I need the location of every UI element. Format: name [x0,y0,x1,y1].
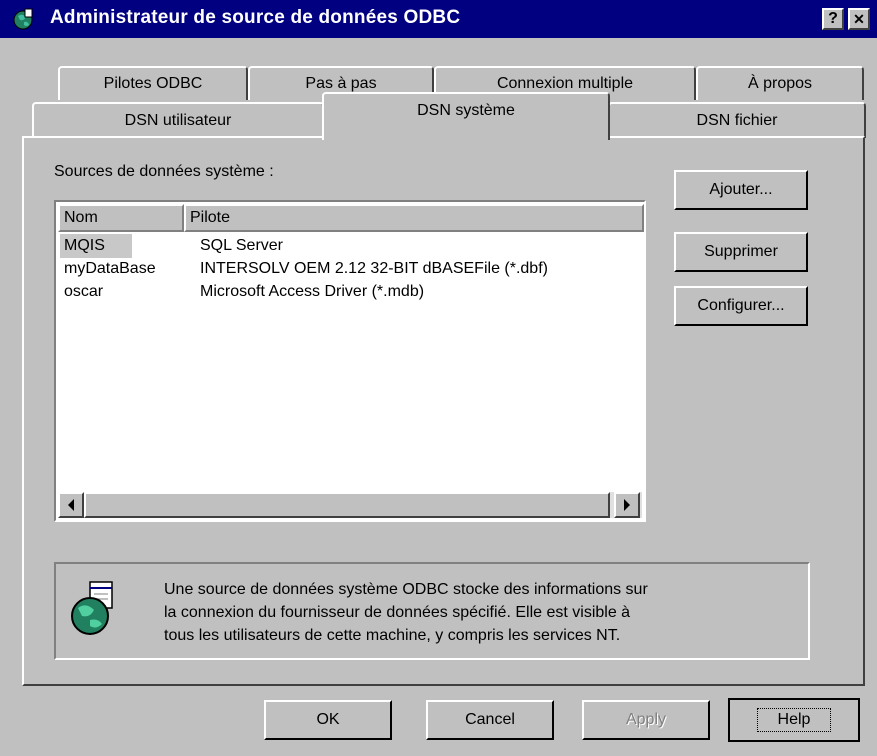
configure-button[interactable]: Configurer... [674,286,808,326]
tab-label: À propos [747,75,813,92]
table-row-driver[interactable]: SQL Server [200,234,283,258]
table-row-driver[interactable]: Microsoft Access Driver (*.mdb) [200,280,424,304]
cancel-button-label: Cancel [465,711,515,728]
tab-dsn-fichier[interactable]: DSN fichier [608,102,866,138]
info-line: la connexion du fournisseur de données s… [164,604,631,621]
horizontal-scrollbar[interactable] [58,492,642,518]
help-button-label: Help [756,708,832,732]
add-button[interactable]: Ajouter... [674,170,808,210]
configure-button-label: Configurer... [697,297,785,314]
help-button[interactable]: Help [728,698,860,742]
active-tab-join [324,134,608,140]
tab-label: Connexion multiple [496,75,634,92]
arrow-right-icon [624,499,630,511]
info-text: Une source de données système ODBC stock… [164,578,648,647]
tab-label: DSN système [417,102,515,119]
scroll-right-button[interactable] [614,492,640,518]
arrow-left-icon [68,499,74,511]
info-line: Une source de données système ODBC stock… [164,581,648,598]
ok-button-label: OK [316,711,340,728]
odbc-info-globe-icon [71,581,113,635]
remove-button-label: Supprimer [704,243,778,260]
info-line: tous les utilisateurs de cette machine, … [164,627,621,644]
data-source-list[interactable]: Nom Pilote MQIS SQL Server myDataBase IN… [54,200,646,522]
info-box: Une source de données système ODBC stock… [54,562,810,660]
table-row-name[interactable]: MQIS [64,234,105,258]
tab-a-propos[interactable]: À propos [696,66,864,100]
tab-label: DSN utilisateur [124,112,232,129]
apply-button-label: Apply [625,711,667,728]
table-row-name[interactable]: oscar [64,280,103,304]
column-header-pilote[interactable]: Pilote [184,204,644,232]
table-row-driver[interactable]: INTERSOLV OEM 2.12 32-BIT dBASEFile (*.d… [200,257,548,281]
scroll-thumb[interactable] [84,492,610,518]
tab-dsn-systeme[interactable]: DSN système [322,92,610,140]
close-button[interactable]: ✕ [848,8,870,30]
tab-label: Pas à pas [305,75,377,92]
help-title-button[interactable]: ? [822,8,844,30]
tab-label: Pilotes ODBC [103,75,203,92]
column-header-nom[interactable]: Nom [58,204,184,232]
tab-dsn-utilisateur[interactable]: DSN utilisateur [32,102,324,138]
apply-button[interactable]: Apply [582,700,710,740]
tab-pilotes-odbc[interactable]: Pilotes ODBC [58,66,248,100]
window-title: Administrateur de source de données ODBC [50,7,461,28]
ok-button[interactable]: OK [264,700,392,740]
cancel-button[interactable]: Cancel [426,700,554,740]
close-icon: ✕ [853,11,865,27]
add-button-label: Ajouter... [709,181,773,198]
scroll-left-button[interactable] [58,492,84,518]
list-label-text: Sources de données système : [54,163,274,180]
remove-button[interactable]: Supprimer [674,232,808,272]
odbc-globe-icon [13,8,33,30]
title-bar[interactable]: Administrateur de source de données ODBC… [0,0,877,38]
tab-label: DSN fichier [696,112,778,129]
list-label: Sources de données système : [54,163,274,181]
table-row-name[interactable]: myDataBase [64,257,156,281]
